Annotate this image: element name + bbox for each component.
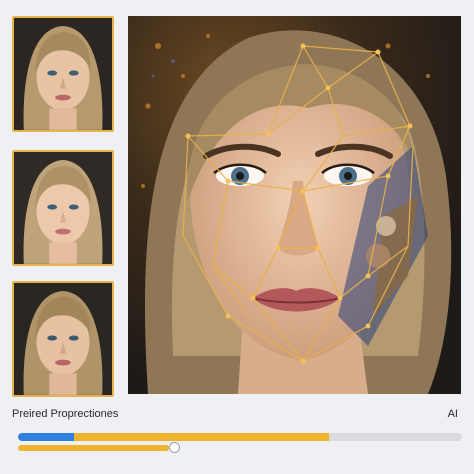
- progress-bar: [18, 433, 462, 441]
- caption-row: Preired Proprectiones AI: [12, 406, 462, 422]
- progress-segment-yellow: [74, 433, 329, 441]
- portrait-thumbnail-icon: [14, 18, 112, 130]
- thumbnail-3[interactable]: [12, 281, 114, 397]
- slider-fill: [18, 445, 169, 451]
- main-portrait-image: [128, 16, 461, 394]
- thumbnail-1[interactable]: [12, 16, 114, 132]
- portrait-thumbnail-icon: [14, 152, 112, 264]
- slider-track[interactable]: [18, 445, 169, 451]
- progress-segment-blue: [18, 433, 74, 441]
- ai-label: AI: [447, 408, 458, 420]
- face-mesh-portrait-icon: [128, 16, 461, 394]
- caption-label: Preired Proprectiones: [12, 408, 119, 420]
- slider-handle[interactable]: [169, 442, 180, 453]
- thumbnail-2[interactable]: [12, 150, 114, 266]
- portrait-thumbnail-icon: [14, 283, 112, 395]
